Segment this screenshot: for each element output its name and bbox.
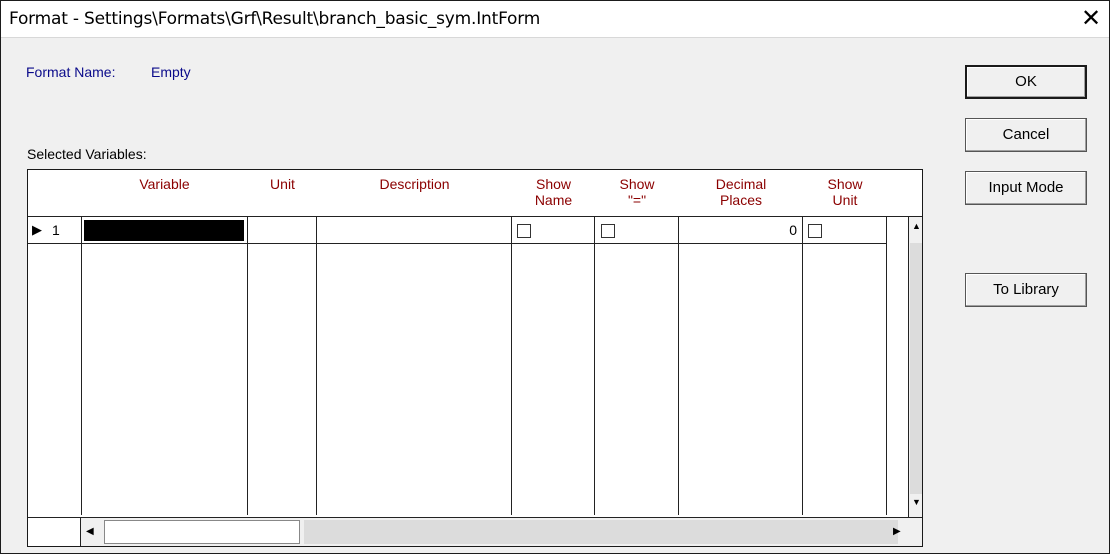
vertical-scrollbar[interactable]: ▲ ▼ bbox=[908, 217, 922, 517]
column-header-show-unit[interactable]: Show Unit bbox=[803, 170, 887, 217]
format-name-label: Format Name: bbox=[26, 64, 116, 80]
header-line: Variable bbox=[139, 176, 190, 192]
cell-variable[interactable] bbox=[81, 217, 248, 244]
selected-variables-label: Selected Variables: bbox=[27, 146, 147, 162]
current-row-indicator-icon: ▶ bbox=[32, 222, 42, 237]
header-line-2: Places bbox=[719, 192, 763, 208]
column-header-unit[interactable]: Unit bbox=[248, 170, 317, 217]
input-mode-button[interactable]: Input Mode bbox=[965, 171, 1087, 205]
header-line: Description bbox=[379, 176, 450, 192]
row-header-1[interactable]: ▶ 1 bbox=[28, 217, 81, 244]
header-line-2: Unit bbox=[832, 192, 858, 208]
cell-decimal-places[interactable]: 0 bbox=[679, 217, 803, 244]
close-icon[interactable]: ✕ bbox=[1077, 5, 1105, 33]
scroll-down-icon[interactable]: ▼ bbox=[909, 497, 922, 514]
corner-header bbox=[28, 170, 81, 217]
vertical-scroll-track[interactable] bbox=[910, 243, 922, 494]
scroll-up-icon[interactable]: ▲ bbox=[909, 221, 922, 238]
column-header-show-equals[interactable]: Show "=" bbox=[595, 170, 679, 217]
selected-cell-highlight bbox=[84, 220, 244, 241]
header-line: Decimal bbox=[715, 176, 767, 192]
cell-show-unit[interactable] bbox=[803, 217, 887, 244]
format-dialog: Format - Settings\Formats\Grf\Result\bra… bbox=[0, 0, 1110, 554]
header-line: Show bbox=[535, 176, 572, 192]
format-name-value: Empty bbox=[151, 64, 191, 80]
horizontal-scroll-thumb[interactable] bbox=[104, 520, 300, 544]
cell-show-name[interactable] bbox=[512, 217, 595, 244]
cell-description[interactable] bbox=[317, 217, 512, 244]
show-unit-checkbox[interactable] bbox=[808, 224, 822, 238]
column-header-decimal-places[interactable]: Decimal Places bbox=[679, 170, 803, 217]
header-line-2: Name bbox=[534, 192, 573, 208]
scroll-left-icon[interactable]: ◀ bbox=[86, 526, 94, 537]
horizontal-scrollbar[interactable]: ◀ ▶ bbox=[28, 517, 922, 546]
scrollbar-corner bbox=[28, 518, 81, 546]
to-library-button[interactable]: To Library bbox=[965, 273, 1087, 307]
cell-unit[interactable] bbox=[248, 217, 317, 244]
header-line-2: "=" bbox=[627, 192, 647, 208]
scroll-right-icon[interactable]: ▶ bbox=[893, 526, 901, 537]
show-equals-checkbox[interactable] bbox=[601, 224, 615, 238]
row-number: 1 bbox=[52, 222, 60, 238]
header-line: Show bbox=[827, 176, 863, 192]
column-header-variable[interactable]: Variable bbox=[81, 170, 248, 217]
title-bar: Format - Settings\Formats\Grf\Result\bra… bbox=[1, 1, 1109, 38]
header-line: Unit bbox=[270, 176, 295, 192]
cancel-button[interactable]: Cancel bbox=[965, 118, 1087, 152]
column-header-description[interactable]: Description bbox=[317, 170, 512, 217]
variables-grid[interactable]: Variable Unit Description Show Name Show… bbox=[27, 169, 923, 547]
ok-button[interactable]: OK bbox=[965, 65, 1087, 99]
column-header-blank bbox=[887, 170, 922, 217]
header-line: Show bbox=[619, 176, 655, 192]
cell-show-equals[interactable] bbox=[595, 217, 679, 244]
decimal-places-value: 0 bbox=[789, 222, 797, 238]
column-header-show-name[interactable]: Show Name bbox=[512, 170, 595, 217]
horizontal-scroll-track[interactable] bbox=[304, 520, 898, 544]
window-title: Format - Settings\Formats\Grf\Result\bra… bbox=[9, 9, 541, 29]
show-name-checkbox[interactable] bbox=[517, 224, 531, 238]
